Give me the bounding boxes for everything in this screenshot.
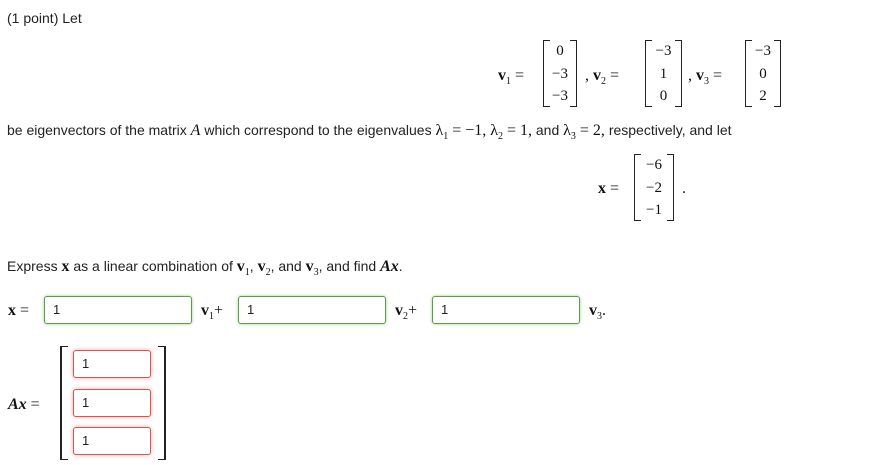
v2-label: , v2 = <box>585 67 620 88</box>
coefficient-3-input[interactable]: 1 <box>432 296 580 324</box>
ax-label: Ax = <box>8 396 40 413</box>
v2-entry: 0 <box>659 88 668 104</box>
v3-entry: 2 <box>759 88 767 104</box>
coefficient-2-input[interactable]: 1 <box>238 296 386 324</box>
instruction-text: Express x as a linear combination of v1,… <box>7 258 403 279</box>
combo-term-1: v1+ <box>201 302 224 323</box>
combo-x-label: x = <box>8 302 30 319</box>
ax-entry-3-input[interactable]: 1 <box>73 427 151 455</box>
v1-entry: 0 <box>556 43 564 59</box>
v1-entry: −3 <box>552 65 568 82</box>
v1-label: v1 = <box>498 67 525 88</box>
v2-matrix: −3 1 0 <box>645 40 682 107</box>
v3-matrix: −3 0 2 <box>745 40 781 107</box>
v2-entry: 1 <box>659 65 668 82</box>
v3-entry: −3 <box>755 43 771 59</box>
x-vector-label: x = <box>598 180 620 197</box>
ax-entry-1-input[interactable]: 1 <box>73 350 151 378</box>
x-entry: −1 <box>646 202 662 218</box>
v1-matrix: 0 −3 −3 <box>543 40 577 107</box>
problem-header: (1 point) Let <box>7 10 82 26</box>
x-entry: −2 <box>646 179 662 196</box>
x-vector-period: . <box>682 180 686 197</box>
combo-term-3: v3. <box>589 302 606 323</box>
v3-label: , v3 = <box>688 67 723 88</box>
x-entry: −6 <box>646 157 662 173</box>
v3-entry: 0 <box>759 65 767 82</box>
coefficient-1-input[interactable]: 1 <box>44 296 192 324</box>
v2-entry: −3 <box>655 43 672 59</box>
v1-entry: −3 <box>552 88 568 104</box>
ax-entry-2-input[interactable]: 1 <box>73 389 151 417</box>
x-vector-matrix: −6 −2 −1 <box>634 154 674 221</box>
eigen-sentence: be eigenvectors of the matrix A which co… <box>7 122 732 143</box>
combo-term-2: v2+ <box>395 302 418 323</box>
